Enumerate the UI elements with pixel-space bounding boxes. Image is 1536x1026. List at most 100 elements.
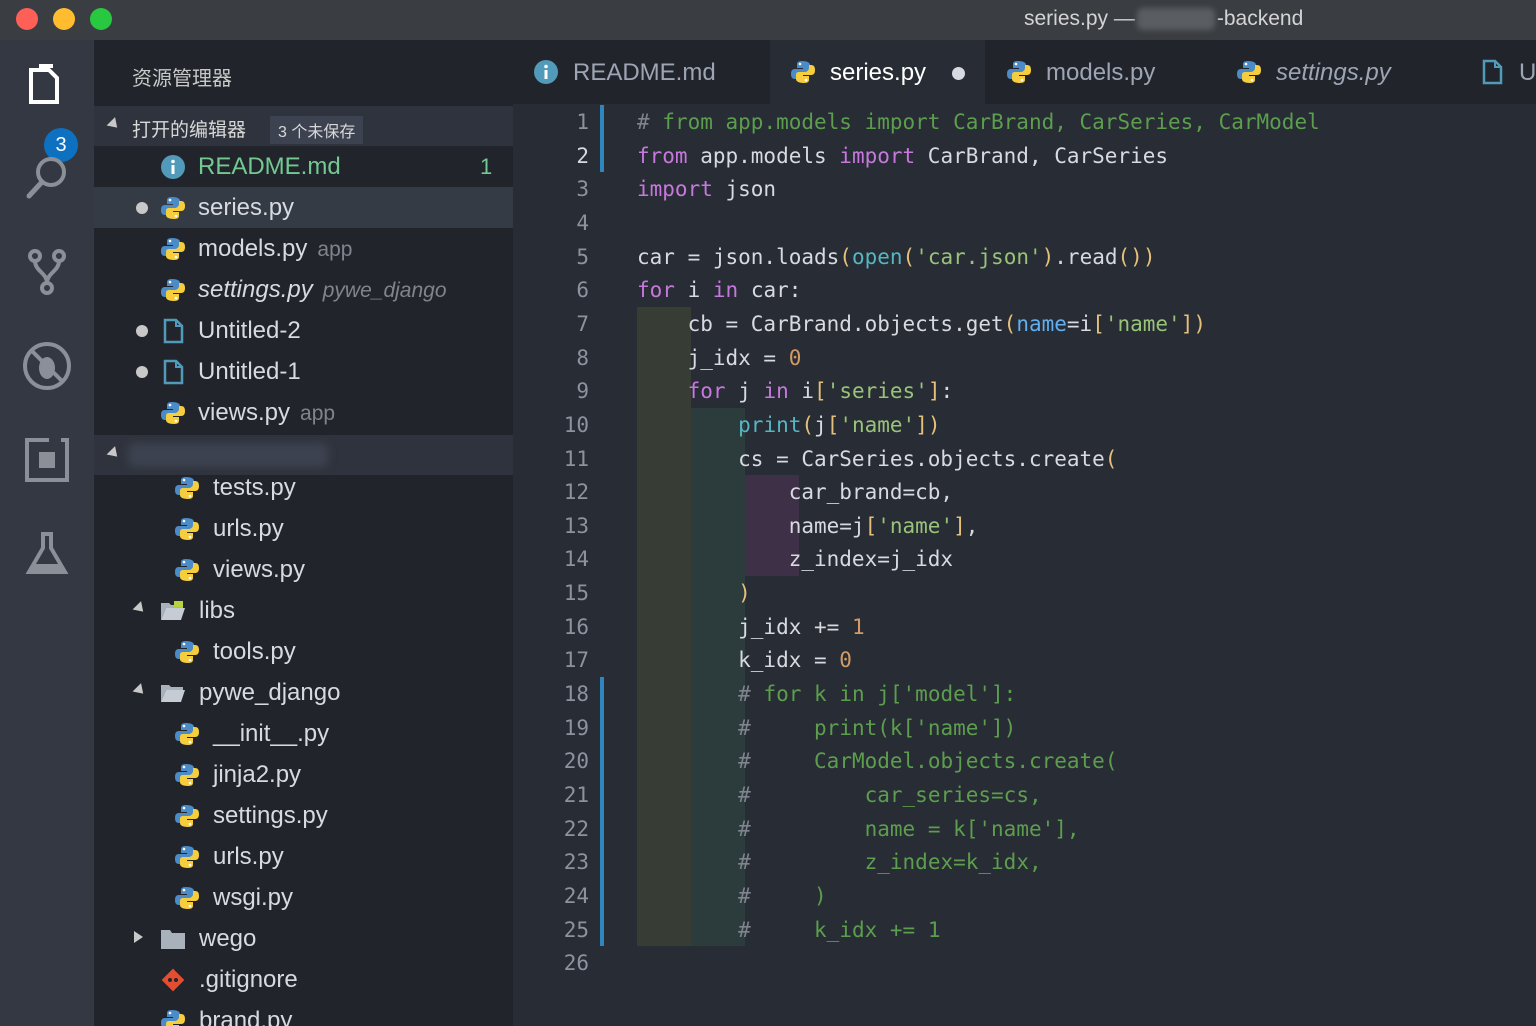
open-editor-item[interactable]: Untitled-1 xyxy=(94,351,513,392)
window-title-prefix: series.py — xyxy=(1024,7,1135,30)
tree-item-name: jinja2.py xyxy=(213,761,302,788)
code-line[interactable]: cs = CarSeries.objects.create( xyxy=(637,442,1117,476)
code-line[interactable]: from app.models import CarBrand, CarSeri… xyxy=(637,139,1168,173)
tree-file[interactable]: tools.py xyxy=(94,631,513,672)
test-flask-icon[interactable] xyxy=(21,528,73,580)
tree-folder[interactable]: pywe_django xyxy=(94,672,513,713)
editor-tab[interactable]: series.py xyxy=(770,40,985,104)
folder-lib-icon xyxy=(160,598,186,624)
tree-item-name: pywe_django xyxy=(199,679,341,706)
tree-file[interactable]: settings.py xyxy=(94,795,513,836)
code-line[interactable]: # from app.models import CarBrand, CarSe… xyxy=(637,105,1320,139)
tree-item-name: brand.py xyxy=(199,1007,293,1026)
tree-file[interactable]: __init__.py xyxy=(94,713,513,754)
debug-icon[interactable] xyxy=(21,340,73,392)
code-line[interactable]: # ) xyxy=(637,879,827,913)
tab-label: models.py xyxy=(1046,59,1156,86)
editor-tab[interactable]: models.py xyxy=(986,40,1215,104)
open-editor-item[interactable]: Untitled-2 xyxy=(94,310,513,351)
search-icon[interactable] xyxy=(21,152,73,204)
tree-item-name: wego xyxy=(199,925,257,952)
open-editor-name: views.py app xyxy=(198,399,336,426)
open-editor-desc: app xyxy=(317,238,353,261)
code-line[interactable]: car = json.loads(open('car.json').read()… xyxy=(637,240,1155,274)
tree-item-name: views.py xyxy=(213,556,306,583)
line-number: 13 xyxy=(563,513,589,538)
code-line[interactable]: z_index=j_idx xyxy=(637,542,953,576)
line-number: 7 xyxy=(576,311,589,336)
python-icon xyxy=(1006,59,1032,85)
code-line[interactable]: # name = k['name'], xyxy=(637,812,1079,846)
open-editor-desc: app xyxy=(300,402,336,425)
line-number: 1 xyxy=(576,110,589,134)
editor-tab[interactable]: U xyxy=(1459,40,1536,104)
code-line[interactable]: for j in i['series']: xyxy=(637,374,954,408)
code-line[interactable]: # car_series=cs, xyxy=(637,778,1041,812)
code-line[interactable]: # k_idx += 1 xyxy=(637,913,940,947)
open-editor-item[interactable]: settings.py pywe_django xyxy=(94,269,513,310)
open-editor-name: Untitled-2 xyxy=(198,317,301,344)
code-line[interactable]: # CarModel.objects.create( xyxy=(637,744,1117,778)
editor-tab[interactable]: settings.py xyxy=(1216,40,1458,104)
tree-folder[interactable]: libs xyxy=(94,590,513,631)
python-icon xyxy=(160,236,186,262)
python-icon xyxy=(160,195,186,221)
code-line[interactable]: # for k in j['model']: xyxy=(637,677,1016,711)
extensions-icon[interactable] xyxy=(21,434,73,486)
code-line[interactable]: import json xyxy=(637,172,776,206)
unsaved-dot-icon[interactable] xyxy=(952,67,965,80)
window-title: series.py — -backend xyxy=(1024,7,1303,31)
tree-file[interactable]: jinja2.py xyxy=(94,754,513,795)
file-icon xyxy=(160,359,186,385)
explorer-icon[interactable] xyxy=(21,62,73,114)
unsaved-dot-icon xyxy=(136,366,148,378)
code-editor[interactable]: 1 # from app.models import CarBrand, CarS… xyxy=(513,104,1536,1026)
editor-tab[interactable]: README.md xyxy=(513,40,769,104)
open-editor-item[interactable]: README.md 1 xyxy=(94,146,513,187)
git-icon xyxy=(160,967,186,993)
tree-file[interactable]: urls.py xyxy=(94,836,513,877)
code-line[interactable]: j_idx += 1 xyxy=(637,610,864,644)
tree-file[interactable]: wsgi.py xyxy=(94,877,513,918)
open-editor-item[interactable]: models.py app xyxy=(94,228,513,269)
code-line[interactable]: k_idx = 0 xyxy=(637,643,852,677)
tree-file[interactable]: .gitignore xyxy=(94,959,513,1000)
close-window-button[interactable] xyxy=(16,8,38,30)
code-line[interactable]: # print(k['name']) xyxy=(637,711,1016,745)
python-icon xyxy=(1236,59,1262,85)
tree-file[interactable]: brand.py xyxy=(94,1000,513,1026)
code-line[interactable]: j_idx = 0 xyxy=(637,341,802,375)
redacted-project-folder xyxy=(128,443,328,467)
code-line[interactable]: name=j['name'], xyxy=(637,509,979,543)
tree-file[interactable]: views.py xyxy=(94,549,513,590)
line-number: 25 xyxy=(563,917,589,942)
code-line[interactable]: print(j['name']) xyxy=(637,408,940,442)
problem-count: 1 xyxy=(480,154,493,179)
code-line[interactable]: car_brand=cb, xyxy=(637,475,953,509)
line-number: 16 xyxy=(563,614,589,639)
redacted-project-name xyxy=(1136,8,1215,31)
source-control-icon[interactable] xyxy=(21,246,73,298)
line-number: 18 xyxy=(563,682,589,707)
python-icon xyxy=(174,475,200,501)
open-editor-item[interactable]: series.py xyxy=(94,187,513,228)
line-number: 12 xyxy=(563,480,589,505)
code-line[interactable]: # z_index=k_idx, xyxy=(637,845,1041,879)
chevron-down-icon xyxy=(132,601,148,616)
code-line[interactable]: cb = CarBrand.objects.get(name=i['name']… xyxy=(637,307,1206,341)
python-icon xyxy=(160,277,186,303)
tree-file[interactable]: urls.py xyxy=(94,508,513,549)
minimize-window-button[interactable] xyxy=(53,8,75,30)
maximize-window-button[interactable] xyxy=(90,8,112,30)
tree-folder[interactable]: wego xyxy=(94,918,513,959)
open-editor-item[interactable]: views.py app xyxy=(94,392,513,433)
open-editors-section-header[interactable]: 打开的编辑器 3 个未保存 xyxy=(94,106,513,146)
open-editor-name: Untitled-1 xyxy=(198,358,301,385)
line-number: 24 xyxy=(563,883,589,908)
tree-file[interactable]: tests.py xyxy=(94,467,513,508)
line-number: 22 xyxy=(563,816,589,841)
code-line[interactable]: ) xyxy=(637,576,751,610)
line-number: 14 xyxy=(563,547,589,572)
code-line[interactable]: for i in car: xyxy=(637,273,801,307)
unsaved-dot-icon xyxy=(136,325,148,337)
